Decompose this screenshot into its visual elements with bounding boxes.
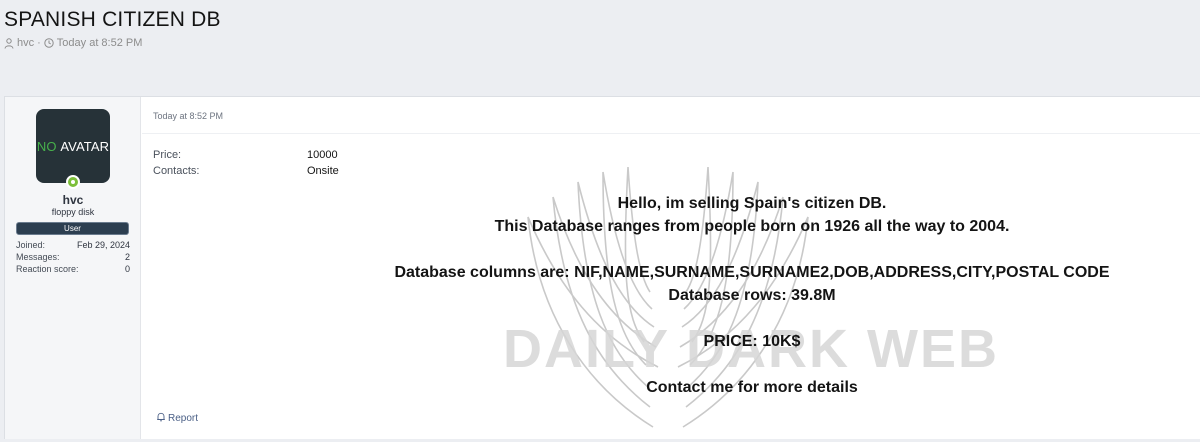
- bell-icon: [156, 412, 166, 425]
- thread-meta: hvc · Today at 8:52 PM: [4, 37, 142, 49]
- post-message: Hello, im selling Spain's citizen DB. Th…: [362, 192, 1142, 399]
- stat-value: Feb 29, 2024: [76, 240, 130, 250]
- post: NO AVATAR hvc floppy disk User Joined: F…: [4, 96, 1200, 442]
- online-status-icon: [66, 175, 80, 189]
- stat-label: Messages:: [16, 252, 60, 262]
- post-body: Today at 8:52 PM Price: 10000 Contacts: …: [142, 97, 1200, 442]
- message-line: This Database ranges from people born on…: [494, 218, 1010, 235]
- user-badge: User: [16, 222, 129, 235]
- stat-value[interactable]: 2: [125, 251, 130, 263]
- user-icon: [4, 37, 14, 49]
- user-panel: NO AVATAR hvc floppy disk User Joined: F…: [5, 97, 141, 442]
- meta-separator: ·: [37, 37, 41, 49]
- price-label: Price:: [153, 149, 182, 161]
- thread-header: SPANISH CITIZEN DB hvc · Today at 8:52 P…: [0, 0, 1200, 96]
- message-line: PRICE: 10K$: [703, 333, 801, 350]
- avatar-no: NO: [36, 138, 57, 154]
- contacts-label: Contacts:: [153, 165, 200, 177]
- username-link[interactable]: hvc: [5, 193, 141, 207]
- stat-row-joined: Joined: Feb 29, 2024: [16, 239, 130, 251]
- contacts-value: Onsite: [307, 165, 339, 177]
- post-date-link[interactable]: Today at 8:52 PM: [153, 111, 223, 121]
- stat-value: 0: [124, 264, 130, 274]
- clock-icon: [44, 38, 54, 48]
- user-title: floppy disk: [51, 207, 95, 217]
- message-line: Database rows: 39.8M: [668, 287, 836, 304]
- user-stats: Joined: Feb 29, 2024 Messages: 2 Reactio…: [16, 239, 130, 275]
- message-line: Database columns are: NIF,NAME,SURNAME,S…: [394, 264, 1110, 281]
- price-value: 10000: [307, 149, 338, 161]
- message-line: Contact me for more details: [646, 379, 858, 396]
- stat-label: Joined:: [16, 240, 46, 250]
- report-button[interactable]: Report: [156, 412, 198, 425]
- report-label: Report: [168, 413, 199, 424]
- thread-title: SPANISH CITIZEN DB: [4, 8, 221, 31]
- stat-row-reaction-score: Reaction score: 0: [16, 263, 130, 275]
- avatar-text: AVATAR: [60, 138, 110, 154]
- avatar[interactable]: NO AVATAR: [36, 109, 110, 183]
- message-line: Hello, im selling Spain's citizen DB.: [617, 195, 887, 212]
- stat-label: Reaction score:: [16, 264, 79, 274]
- thread-time-link[interactable]: Today at 8:52 PM: [57, 37, 143, 49]
- thread-author-link[interactable]: hvc: [17, 37, 34, 49]
- post-divider: [142, 133, 1200, 134]
- stat-row-messages: Messages: 2: [16, 251, 130, 263]
